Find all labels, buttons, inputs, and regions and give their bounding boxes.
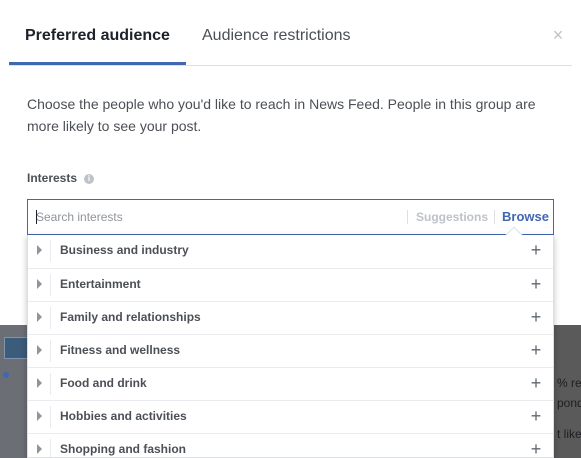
category-label: Hobbies and activities xyxy=(60,409,187,423)
category-row[interactable]: Food and drink + xyxy=(28,367,553,400)
tab-audience-restrictions[interactable]: Audience restrictions xyxy=(202,27,351,45)
triangle-right-icon[interactable] xyxy=(37,378,42,388)
plus-icon[interactable]: + xyxy=(529,308,543,326)
category-row[interactable]: Family and relationships + xyxy=(28,301,553,334)
page: % res pond t like Preferred audience Aud… xyxy=(0,0,581,458)
separator xyxy=(407,210,408,224)
browse-dropdown: Business and industry + Entertainment + … xyxy=(27,235,554,458)
plus-icon[interactable]: + xyxy=(529,275,543,293)
category-row[interactable]: Hobbies and activities + xyxy=(28,400,553,433)
tab-bar: Preferred audience Audience restrictions xyxy=(9,0,572,66)
plus-icon[interactable]: + xyxy=(529,407,543,425)
background-snippet-1: % res xyxy=(557,376,581,390)
tab-preferred-audience[interactable]: Preferred audience xyxy=(25,27,170,45)
category-label: Entertainment xyxy=(60,277,141,291)
category-row[interactable]: Entertainment + xyxy=(28,268,553,301)
active-tab-indicator xyxy=(9,62,186,65)
browse-button[interactable]: Browse xyxy=(502,209,549,224)
row-divider xyxy=(50,439,51,457)
category-row[interactable]: Business and industry + xyxy=(28,235,553,268)
category-row[interactable]: Fitness and wellness + xyxy=(28,334,553,367)
row-divider xyxy=(50,373,51,395)
triangle-right-icon[interactable] xyxy=(37,345,42,355)
category-row[interactable]: Shopping and fashion + xyxy=(28,433,553,457)
plus-icon[interactable]: + xyxy=(529,440,543,457)
category-label: Fitness and wellness xyxy=(60,343,181,357)
background-snippet-3: t like xyxy=(557,427,581,441)
text-caret xyxy=(36,210,37,224)
interests-label: Interests xyxy=(27,171,78,185)
category-label: Family and relationships xyxy=(60,310,201,324)
category-label: Food and drink xyxy=(60,376,147,390)
close-icon[interactable]: × xyxy=(550,26,566,44)
plus-icon[interactable]: + xyxy=(529,341,543,359)
row-divider xyxy=(50,307,51,329)
plus-icon[interactable]: + xyxy=(529,374,543,392)
search-interests-input[interactable] xyxy=(36,208,396,226)
triangle-right-icon[interactable] xyxy=(37,245,42,255)
background-snippet-2: pond xyxy=(557,396,581,410)
row-divider xyxy=(50,340,51,362)
interests-search-box: Suggestions Browse xyxy=(27,199,554,235)
triangle-right-icon[interactable] xyxy=(37,312,42,322)
audience-description: Choose the people who you'd like to reac… xyxy=(27,96,536,134)
separator xyxy=(494,210,495,224)
row-divider xyxy=(50,240,51,262)
category-label: Business and industry xyxy=(60,243,189,257)
triangle-right-icon[interactable] xyxy=(37,279,42,289)
background-dot xyxy=(3,372,9,378)
row-divider xyxy=(50,406,51,428)
suggestions-button[interactable]: Suggestions xyxy=(416,210,488,224)
plus-icon[interactable]: + xyxy=(529,241,543,259)
triangle-right-icon[interactable] xyxy=(37,411,42,421)
background-thumbnail xyxy=(4,337,28,359)
triangle-right-icon[interactable] xyxy=(37,444,42,454)
category-label: Shopping and fashion xyxy=(60,442,186,456)
info-icon[interactable]: i xyxy=(84,174,94,184)
row-divider xyxy=(50,274,51,296)
